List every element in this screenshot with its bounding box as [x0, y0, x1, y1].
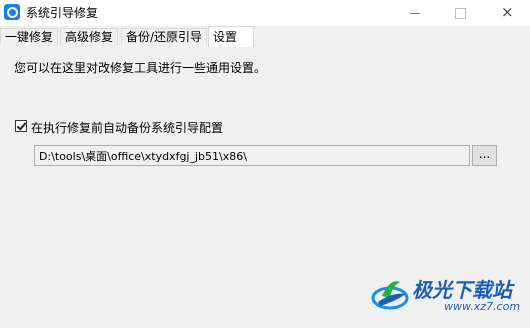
watermark-name: 极光下载站 [412, 278, 512, 302]
maximize-icon [455, 8, 466, 19]
watermark-logo-icon [371, 281, 409, 310]
close-button[interactable]: × [484, 0, 530, 26]
title-bar: 系统引导修复 × [0, 0, 530, 26]
window-title: 系统引导修复 [26, 6, 99, 20]
watermark-url: www.xz7.com [444, 300, 521, 313]
tab-settings[interactable]: 设置 [208, 26, 254, 47]
maximize-button[interactable] [437, 0, 483, 26]
tab-backup-restore[interactable]: 备份/还原引导 [121, 28, 208, 45]
tab-advanced-repair[interactable]: 高级修复 [60, 28, 119, 45]
app-icon [4, 4, 20, 20]
tab-one-click-repair[interactable]: 一键修复 [0, 28, 59, 45]
backup-path-field[interactable] [34, 145, 470, 166]
close-icon: × [501, 3, 514, 21]
tab-bar: 一键修复 高级修复 备份/还原引导 设置 [0, 26, 530, 47]
auto-backup-label[interactable]: 在执行修复前自动备份系统引导配置 [31, 119, 223, 136]
settings-description: 您可以在这里对改修复工具进行一些通用设置。 [14, 61, 267, 75]
browse-button[interactable]: ... [472, 145, 497, 166]
watermark: 极光下载站 www.xz7.com [370, 272, 530, 328]
auto-backup-checkbox[interactable] [15, 120, 27, 132]
minimize-icon [410, 13, 420, 14]
minimize-button[interactable] [392, 0, 438, 26]
